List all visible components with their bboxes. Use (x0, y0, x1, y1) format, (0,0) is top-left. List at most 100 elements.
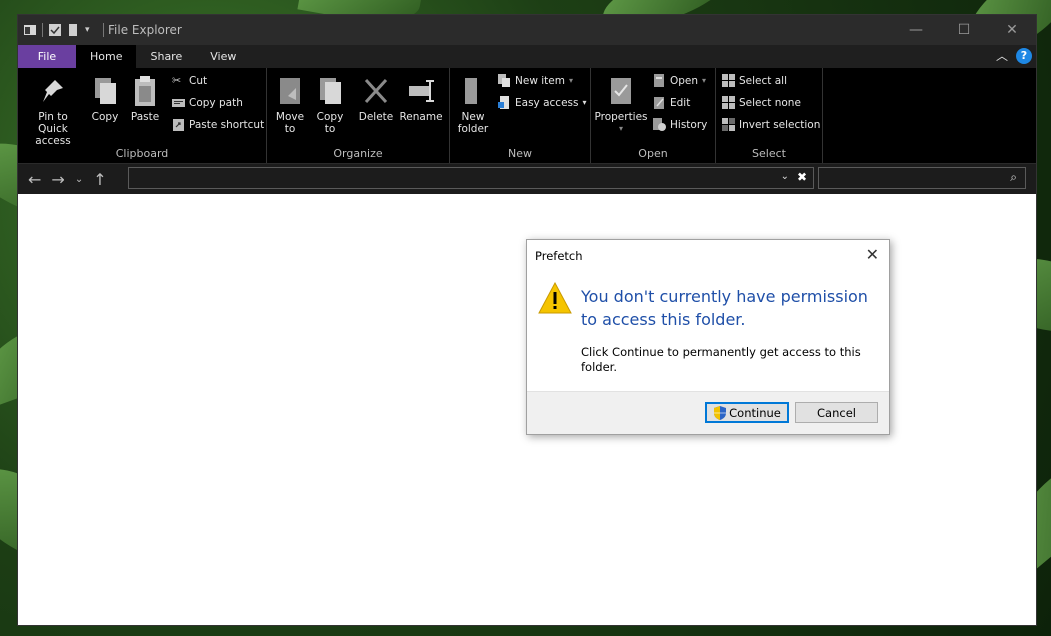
open-dropdown-icon: ▾ (702, 76, 707, 85)
dialog-heading: You don't currently have permission to a… (581, 287, 868, 329)
warning-icon (538, 282, 572, 314)
forward-arrow-icon[interactable]: → (51, 170, 64, 189)
properties-label: Properties (594, 111, 648, 123)
tab-share[interactable]: Share (136, 45, 196, 68)
new-group: New folder New item ▾ Easy access ▾ New (450, 68, 591, 163)
rename-button[interactable]: Rename (399, 74, 443, 123)
select-all-button[interactable]: Select all (722, 74, 787, 87)
new-folder-label: New folder (457, 111, 489, 135)
copy-to-button[interactable]: Copy to (315, 74, 345, 135)
new-item-dropdown-icon: ▾ (568, 76, 573, 85)
new-item-label: New item (515, 74, 565, 87)
properties-button[interactable]: Properties ▾ (594, 74, 648, 135)
history-button[interactable]: History (653, 118, 707, 131)
up-arrow-icon[interactable]: ↑ (93, 170, 106, 189)
dialog-message: Click Continue to permanently get access… (581, 345, 861, 374)
delete-label: Delete (358, 111, 394, 123)
easy-access-dropdown-icon: ▾ (582, 98, 587, 107)
window-title: File Explorer (108, 23, 182, 37)
search-input[interactable]: ⌕ (818, 167, 1026, 189)
paste-icon (135, 76, 155, 106)
clipboard-group-label: Clipboard (115, 147, 169, 160)
copy-path-icon (172, 99, 185, 107)
new-item-icon (498, 74, 510, 87)
new-folder-button[interactable]: New folder (456, 74, 490, 135)
edit-label: Edit (670, 96, 691, 109)
open-button[interactable]: Open ▾ (653, 74, 706, 87)
ribbon-tabs: File Home Share View ︿ ? (18, 45, 1036, 68)
paste-shortcut-button[interactable]: Paste shortcut (172, 118, 264, 131)
cut-button[interactable]: ✂ Cut (172, 74, 207, 87)
open-label: Open (670, 74, 699, 87)
select-group-label: Select (752, 147, 786, 160)
address-input[interactable]: ⌄ ✖ (128, 167, 814, 189)
cancel-button[interactable]: Cancel (795, 402, 878, 423)
select-all-label: Select all (739, 74, 787, 87)
ribbon: Pin to Quick access Copy Paste ✂ Cut Cop… (18, 68, 1036, 164)
select-none-label: Select none (739, 96, 801, 109)
close-button[interactable]: ✕ (988, 15, 1036, 45)
recent-locations-chevron-icon[interactable]: ⌄ (75, 174, 83, 185)
pin-label: Pin to Quick access (35, 111, 71, 147)
pin-to-quick-access-button[interactable]: Pin to Quick access (22, 74, 84, 147)
organize-group: Move to Copy to Delete Rename Organize (267, 68, 450, 163)
address-dropdown-icon[interactable]: ⌄ (781, 171, 789, 182)
copy-path-button[interactable]: Copy path (172, 96, 243, 109)
open-icon (654, 74, 664, 87)
explorer-window-icon[interactable] (24, 24, 36, 36)
new-item-button[interactable]: New item ▾ (498, 74, 573, 87)
select-none-icon (722, 96, 735, 109)
address-clear-icon[interactable]: ✖ (797, 170, 807, 184)
navigation-bar: ← → ⌄ ↑ ⌄ ✖ ⌕ (18, 164, 1036, 194)
delete-button[interactable]: Delete (359, 74, 393, 123)
rename-label: Rename (399, 111, 443, 123)
move-to-label: Move to (275, 111, 305, 135)
properties-quick-icon[interactable] (49, 24, 61, 36)
customize-toolbar-icon[interactable]: ▾ (85, 24, 97, 36)
paste-shortcut-icon (173, 119, 184, 131)
window-controls: — ☐ ✕ (892, 15, 1036, 45)
invert-selection-icon (722, 118, 735, 131)
help-icon[interactable]: ? (1016, 47, 1032, 64)
paste-label: Paste (130, 111, 160, 123)
title-divider (103, 23, 104, 37)
cut-label: Cut (189, 74, 208, 87)
copy-path-label: Copy path (189, 96, 243, 109)
invert-selection-button[interactable]: Invert selection (722, 118, 820, 131)
select-none-button[interactable]: Select none (722, 96, 801, 109)
copy-label: Copy (91, 111, 119, 123)
move-to-icon (280, 78, 300, 104)
copy-button[interactable]: Copy (88, 74, 122, 123)
collapse-ribbon-icon[interactable]: ︿ (996, 47, 1008, 64)
history-icon (653, 118, 666, 131)
paste-button[interactable]: Paste (128, 74, 162, 123)
continue-button[interactable]: Continue (705, 402, 789, 423)
edit-button[interactable]: Edit (653, 96, 690, 109)
quick-access-toolbar: ▾ (18, 23, 104, 37)
cancel-label: Cancel (817, 405, 856, 420)
new-folder-quick-icon[interactable] (67, 24, 79, 36)
toolbar-divider (42, 23, 43, 37)
dialog-close-icon[interactable]: ✕ (866, 245, 879, 264)
ribbon-right-controls: ︿ ? (996, 47, 1032, 64)
paste-shortcut-label: Paste shortcut (189, 118, 265, 131)
organize-group-label: Organize (333, 147, 383, 160)
new-group-label: New (508, 147, 532, 160)
tab-home[interactable]: Home (76, 45, 137, 68)
minimize-button[interactable]: — (892, 15, 940, 45)
move-to-button[interactable]: Move to (275, 74, 305, 135)
select-all-icon (722, 74, 735, 87)
new-folder-icon (465, 78, 477, 104)
history-label: History (670, 118, 708, 131)
back-arrow-icon[interactable]: ← (28, 170, 41, 189)
copy-icon (95, 78, 116, 104)
properties-dropdown-icon: ▾ (618, 124, 623, 133)
easy-access-button[interactable]: Easy access ▾ (498, 96, 587, 109)
open-group: Properties ▾ Open ▾ Edit History Open (591, 68, 716, 163)
tab-view[interactable]: View (196, 45, 250, 68)
maximize-button[interactable]: ☐ (940, 15, 988, 45)
dialog-footer: Continue Cancel (527, 391, 889, 434)
open-group-label: Open (638, 147, 668, 160)
tab-file[interactable]: File (18, 45, 76, 68)
search-icon[interactable]: ⌕ (1010, 170, 1017, 185)
